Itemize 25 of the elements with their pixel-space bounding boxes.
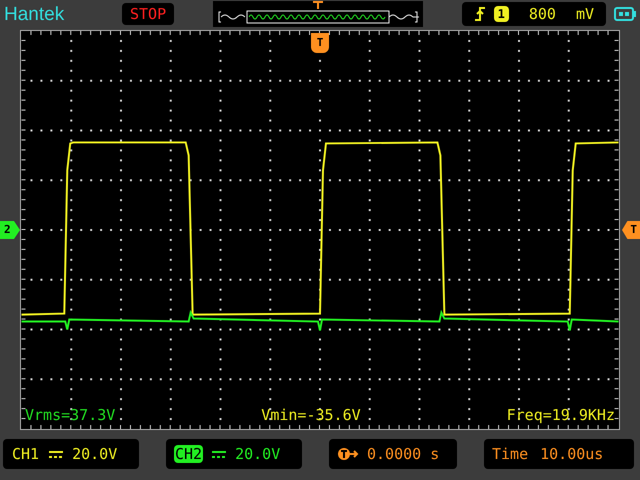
channel-scale-panel[interactable]: CH2 20.0V xyxy=(166,439,302,469)
trigger-position-marker: T xyxy=(311,33,329,53)
trigger-offset: 0.0000 s xyxy=(367,444,440,465)
run-status: STOP xyxy=(122,3,174,25)
trigger-source-badge: 1 xyxy=(494,6,509,22)
trigger-level: 800 xyxy=(528,4,556,25)
channel-label: CH2 xyxy=(174,445,204,463)
battery-icon xyxy=(614,7,636,21)
trigger-level-marker: T xyxy=(622,221,640,239)
dc-coupling-icon xyxy=(211,449,228,459)
measurement-readout: Freq=19.9KHz xyxy=(506,408,615,423)
ch2-ground-marker: 2 xyxy=(0,221,20,239)
channel-scale-panel[interactable]: CH1 20.0V xyxy=(3,439,139,469)
measurement-readout: Vmin=-35.6V xyxy=(261,408,361,423)
rising-edge-icon xyxy=(474,6,486,22)
channel-scale: 20.0V xyxy=(235,444,280,465)
trigger-offset-icon xyxy=(337,447,359,461)
channel-label: CH1 xyxy=(11,445,40,463)
dc-coupling-icon xyxy=(48,449,64,459)
timebase-value: 10.00us xyxy=(540,444,604,465)
timebase-label: Time xyxy=(492,444,528,465)
brand-label: Hantek xyxy=(4,4,66,24)
trigger-unit: mV xyxy=(576,4,594,25)
measurement-readout: Vrms=37.3V xyxy=(25,408,116,423)
channel-scale: 20.0V xyxy=(72,444,118,465)
